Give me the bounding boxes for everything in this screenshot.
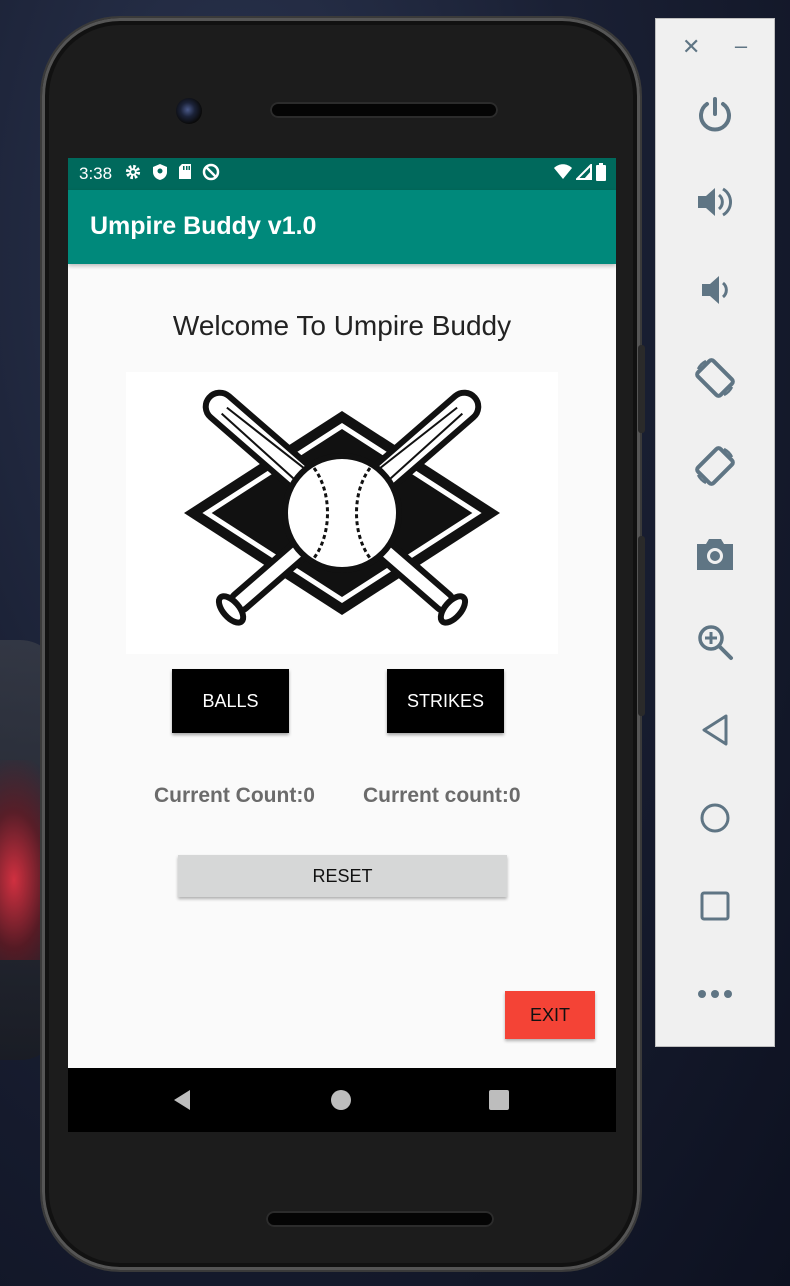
rotate-right-icon[interactable] [690, 441, 740, 491]
data-saver-icon [202, 163, 220, 186]
power-icon[interactable] [690, 89, 740, 139]
toolbar-window-controls: ✕ – [656, 35, 774, 61]
balls-button[interactable]: BALLS [172, 669, 289, 733]
volume-down-icon[interactable] [690, 265, 740, 315]
exit-button[interactable]: EXIT [505, 991, 595, 1039]
app-bar: Umpire Buddy v1.0 [68, 190, 616, 264]
nav-recents-icon[interactable] [489, 1090, 509, 1110]
emulator-toolbar: ✕ – [655, 18, 775, 1047]
android-nav-bar [68, 1068, 616, 1132]
baseball-logo-image [126, 372, 558, 654]
balls-count-label: Current Count:0 [154, 784, 315, 807]
reset-button[interactable]: RESET [178, 855, 507, 897]
wifi-icon [554, 163, 572, 185]
shield-icon [152, 163, 168, 186]
minimize-icon[interactable]: – [732, 35, 750, 57]
app-screen: 3:38 Umpire Buddy v1.0 Welcome To Umpire… [68, 158, 616, 1068]
app-title: Umpire Buddy v1.0 [90, 212, 317, 240]
more-icon[interactable] [690, 969, 740, 1019]
status-bar: 3:38 [68, 158, 616, 190]
nav-home-icon[interactable] [331, 1090, 351, 1110]
power-side-button[interactable] [638, 345, 645, 433]
close-icon[interactable]: ✕ [682, 36, 700, 58]
volume-side-button[interactable] [638, 536, 645, 716]
back-icon[interactable] [690, 705, 740, 755]
status-time: 3:38 [79, 164, 113, 183]
cell-signal-icon [574, 162, 592, 185]
volume-up-icon[interactable] [690, 177, 740, 227]
settings-gear-icon [124, 163, 142, 186]
strikes-button[interactable]: STRIKES [387, 669, 504, 733]
nav-back-icon[interactable] [172, 1088, 192, 1117]
rotate-left-icon[interactable] [690, 353, 740, 403]
home-icon[interactable] [690, 793, 740, 843]
front-camera [176, 98, 202, 124]
welcome-heading: Welcome To Umpire Buddy [172, 310, 512, 341]
top-speaker [270, 102, 498, 118]
sd-card-icon [178, 163, 192, 185]
battery-icon [596, 162, 606, 186]
strikes-count-label: Current count:0 [363, 784, 521, 807]
camera-icon[interactable] [690, 529, 740, 579]
zoom-icon[interactable] [690, 617, 740, 667]
overview-icon[interactable] [690, 881, 740, 931]
bottom-speaker [266, 1211, 494, 1227]
